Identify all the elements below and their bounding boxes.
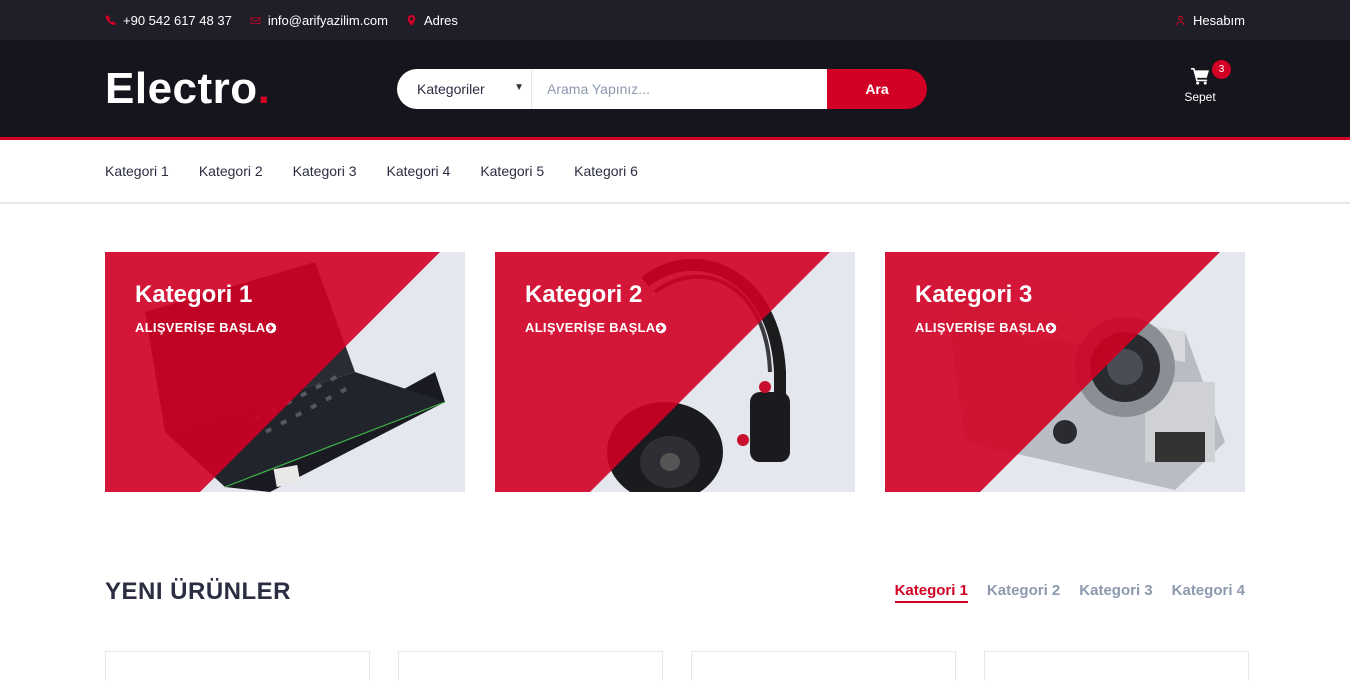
email-link[interactable]: info@arifyazilim.com (250, 13, 388, 28)
product-card[interactable] (398, 651, 663, 681)
nav-item-kategori-4[interactable]: Kategori 4 (386, 163, 450, 179)
card-cta-label: ALIŞVERİŞE BAŞLA (525, 320, 656, 335)
tab-kategori-2[interactable]: Kategori 2 (987, 582, 1060, 603)
section-title: YENI ÜRÜNLER (105, 578, 292, 605)
card-cta-label: ALIŞVERİŞE BAŞLA (135, 320, 266, 335)
product-card[interactable] (691, 651, 956, 681)
phone-icon (105, 14, 117, 26)
top-contact-links: +90 542 617 48 37 info@arifyazilim.com A… (105, 13, 458, 28)
card-title: Kategori 2 (525, 281, 643, 308)
email-address: info@arifyazilim.com (267, 12, 388, 28)
shop-now-link[interactable]: ALIŞVERİŞE BAŞLA (135, 320, 277, 335)
tab-kategori-1[interactable]: Kategori 1 (894, 582, 968, 603)
account-link[interactable]: Hesabım (1175, 13, 1245, 28)
product-card[interactable] (984, 651, 1249, 681)
category-card-1[interactable]: Kategori 1 ALIŞVERİŞE BAŞLA (105, 252, 465, 492)
cart-qty-badge: 3 (1212, 60, 1231, 79)
shop-now-link[interactable]: ALIŞVERİŞE BAŞLA (915, 320, 1057, 335)
phone-link[interactable]: +90 542 617 48 37 (105, 13, 232, 28)
search-input[interactable] (532, 68, 827, 109)
map-marker-icon (406, 14, 418, 26)
user-icon (1175, 14, 1187, 26)
cart[interactable]: Sepet 3 (1179, 60, 1231, 104)
chevron-down-icon: ▼ (514, 81, 524, 93)
shopping-cart-icon (1190, 68, 1210, 89)
address-label: Adres (423, 12, 458, 28)
category-card-2[interactable]: Kategori 2 ALIŞVERİŞE BAŞLA (495, 252, 855, 492)
category-nav: Kategori 1 Kategori 2 Kategori 3 Kategor… (0, 140, 1350, 204)
arrow-circle-right-icon (655, 322, 667, 334)
new-products-header: YENI ÜRÜNLER Kategori 1 Kategori 2 Kateg… (105, 578, 1245, 606)
topbar: +90 542 617 48 37 info@arifyazilim.com A… (0, 0, 1350, 40)
envelope-icon (250, 14, 262, 26)
search-bar: Kategoriler ▼ Ara (397, 68, 927, 109)
category-cards: Kategori 1 ALIŞVERİŞE BAŞLA Kategori 2 A… (105, 252, 1245, 492)
address-link[interactable]: Adres (406, 13, 458, 28)
product-tabs: Kategori 1 Kategori 2 Kategori 3 Kategor… (894, 582, 1245, 603)
search-button[interactable]: Ara (827, 68, 927, 109)
cart-label: Sepet (1184, 90, 1216, 104)
nav-item-kategori-1[interactable]: Kategori 1 (105, 163, 169, 179)
card-title: Kategori 3 (915, 281, 1033, 308)
tab-kategori-4[interactable]: Kategori 4 (1172, 582, 1245, 603)
phone-number: +90 542 617 48 37 (123, 12, 232, 28)
arrow-circle-right-icon (1045, 322, 1057, 334)
nav-item-kategori-5[interactable]: Kategori 5 (480, 163, 544, 179)
card-title: Kategori 1 (135, 281, 253, 308)
nav-item-kategori-2[interactable]: Kategori 2 (199, 163, 263, 179)
logo[interactable]: Electro. (105, 64, 397, 114)
nav-item-kategori-6[interactable]: Kategori 6 (574, 163, 638, 179)
category-card-3[interactable]: Kategori 3 ALIŞVERİŞE BAŞLA (885, 252, 1245, 492)
product-list (105, 651, 1249, 681)
nav-item-kategori-3[interactable]: Kategori 3 (293, 163, 357, 179)
category-select[interactable]: Kategoriler ▼ (397, 68, 532, 109)
tab-kategori-3[interactable]: Kategori 3 (1079, 582, 1152, 603)
card-cta-label: ALIŞVERİŞE BAŞLA (915, 320, 1046, 335)
account-label: Hesabım (1192, 12, 1245, 28)
arrow-circle-right-icon (265, 322, 277, 334)
product-card[interactable] (105, 651, 370, 681)
main-header: Electro. Kategoriler ▼ Ara Sepet 3 (0, 40, 1350, 140)
shop-now-link[interactable]: ALIŞVERİŞE BAŞLA (525, 320, 667, 335)
category-select-value: Kategoriler (417, 80, 485, 97)
